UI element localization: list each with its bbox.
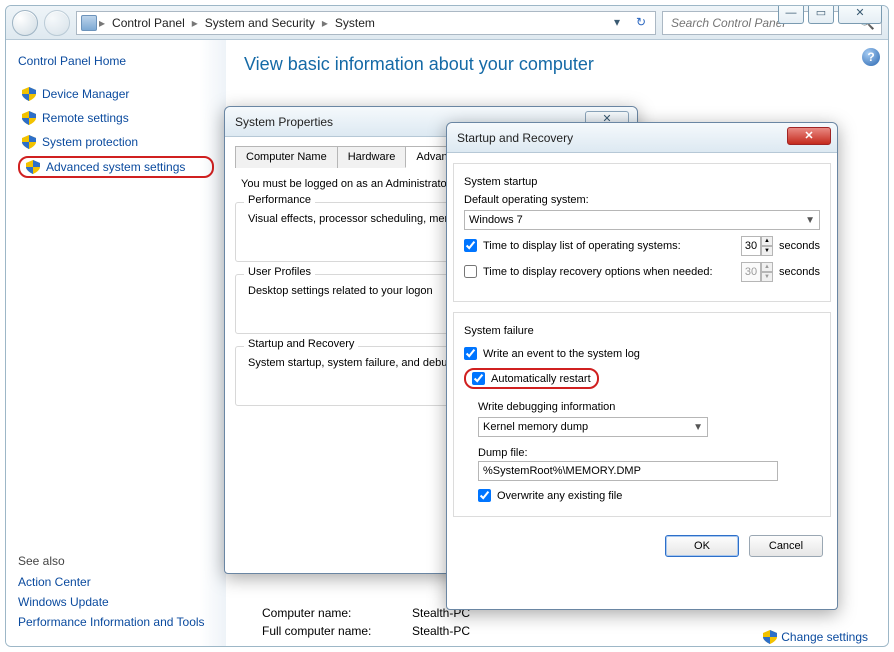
change-settings-label: Change settings xyxy=(781,630,868,644)
spinner-up-button[interactable]: ▲ xyxy=(761,236,773,246)
shield-icon xyxy=(22,135,36,149)
navigation-bar: ▸ Control Panel ▸ System and Security ▸ … xyxy=(6,6,888,40)
minimize-button[interactable]: — xyxy=(778,6,804,24)
sidebar-item-label: Advanced system settings xyxy=(46,160,185,174)
nav-back-button[interactable] xyxy=(12,10,38,36)
time-display-recovery-checkbox[interactable]: Time to display recovery options when ne… xyxy=(464,265,713,278)
dialog-title: Startup and Recovery xyxy=(457,131,573,145)
auto-restart-label: Automatically restart xyxy=(491,373,591,385)
startup-cancel-button[interactable]: Cancel xyxy=(749,535,823,557)
performance-group-label: Performance xyxy=(244,194,315,206)
system-startup-legend: System startup xyxy=(460,176,541,188)
sidebar-item-remote-settings[interactable]: Remote settings xyxy=(18,108,214,128)
system-startup-fieldset: System startup Default operating system:… xyxy=(453,163,831,302)
user-profiles-group-label: User Profiles xyxy=(244,266,315,278)
spinner-input xyxy=(741,262,761,282)
sidebar-item-advanced-system-settings[interactable]: Advanced system settings xyxy=(18,156,214,178)
debug-info-label: Write debugging information xyxy=(478,401,820,413)
seconds-label: seconds xyxy=(779,240,820,252)
tab-hardware[interactable]: Hardware xyxy=(337,146,407,168)
tab-computer-name[interactable]: Computer Name xyxy=(235,146,338,168)
address-bar[interactable]: ▸ Control Panel ▸ System and Security ▸ … xyxy=(76,11,656,35)
default-os-select[interactable]: Windows 7 ▼ xyxy=(464,210,820,230)
write-event-label: Write an event to the system log xyxy=(483,348,640,360)
change-settings-link[interactable]: Change settings xyxy=(763,630,868,644)
auto-restart-checkbox[interactable]: Automatically restart xyxy=(464,368,599,389)
startup-recovery-dialog: Startup and Recovery ✕ System startup De… xyxy=(446,122,838,610)
checkbox-input[interactable] xyxy=(464,347,477,360)
breadcrumb-item[interactable]: Control Panel xyxy=(107,16,190,30)
chevron-down-icon: ▼ xyxy=(693,422,703,433)
checkbox-input[interactable] xyxy=(472,372,485,385)
seealso-action-center[interactable]: Action Center xyxy=(18,572,214,592)
startup-recovery-group-label: Startup and Recovery xyxy=(244,338,358,350)
maximize-button[interactable]: ▭ xyxy=(808,6,834,24)
system-failure-legend: System failure xyxy=(460,325,538,337)
sidebar: Control Panel Home Device Manager Remote… xyxy=(6,40,226,646)
sidebar-item-label: System protection xyxy=(42,135,138,149)
sidebar-item-system-protection[interactable]: System protection xyxy=(18,132,214,152)
chevron-right-icon: ▸ xyxy=(192,16,198,30)
spinner-input[interactable] xyxy=(741,236,761,256)
seealso-performance-info[interactable]: Performance Information and Tools xyxy=(18,612,214,632)
dropdown-history-button[interactable]: ▾ xyxy=(607,14,627,32)
dump-file-input[interactable] xyxy=(478,461,778,481)
breadcrumb-item[interactable]: System and Security xyxy=(200,16,320,30)
seconds-label: seconds xyxy=(779,266,820,278)
spinner-down-button[interactable]: ▼ xyxy=(761,246,773,256)
see-also-header: See also xyxy=(18,554,214,568)
recovery-seconds-spinner[interactable]: ▲ ▼ xyxy=(741,262,773,282)
shield-icon xyxy=(22,87,36,101)
sidebar-item-label: Remote settings xyxy=(42,111,129,125)
shield-icon xyxy=(763,630,777,644)
default-os-label: Default operating system: xyxy=(464,194,820,206)
full-computer-name-value: Stealth-PC xyxy=(412,624,470,638)
time-display-recovery-label: Time to display recovery options when ne… xyxy=(483,266,713,278)
debug-info-select[interactable]: Kernel memory dump ▼ xyxy=(478,417,708,437)
checkbox-input[interactable] xyxy=(478,489,491,502)
os-list-seconds-spinner[interactable]: ▲ ▼ xyxy=(741,236,773,256)
chevron-right-icon: ▸ xyxy=(322,16,328,30)
system-failure-fieldset: System failure Write an event to the sys… xyxy=(453,312,831,517)
overwrite-label: Overwrite any existing file xyxy=(497,490,622,502)
computer-name-label: Computer name: xyxy=(262,606,412,620)
breadcrumb-item[interactable]: System xyxy=(330,16,380,30)
location-icon xyxy=(81,15,97,31)
control-panel-home-link[interactable]: Control Panel Home xyxy=(18,54,214,68)
spinner-up-button: ▲ xyxy=(761,262,773,272)
seealso-windows-update[interactable]: Windows Update xyxy=(18,592,214,612)
checkbox-input[interactable] xyxy=(464,265,477,278)
spinner-down-button: ▼ xyxy=(761,272,773,282)
nav-forward-button[interactable] xyxy=(44,10,70,36)
help-icon[interactable]: ? xyxy=(862,48,880,66)
sidebar-item-device-manager[interactable]: Device Manager xyxy=(18,84,214,104)
debug-info-value: Kernel memory dump xyxy=(483,421,588,433)
dialog-titlebar[interactable]: Startup and Recovery ✕ xyxy=(447,123,837,153)
page-title: View basic information about your comput… xyxy=(244,54,870,75)
chevron-down-icon: ▼ xyxy=(805,215,815,226)
overwrite-checkbox[interactable]: Overwrite any existing file xyxy=(478,489,820,502)
dialog-close-button[interactable]: ✕ xyxy=(787,127,831,145)
refresh-button[interactable]: ↻ xyxy=(631,14,651,32)
dump-file-label: Dump file: xyxy=(478,447,820,459)
chevron-right-icon: ▸ xyxy=(99,16,105,30)
default-os-value: Windows 7 xyxy=(469,214,523,226)
close-button[interactable]: ✕ xyxy=(838,6,882,24)
dialog-title: System Properties xyxy=(235,115,333,129)
time-display-os-checkbox[interactable]: Time to display list of operating system… xyxy=(464,239,681,252)
startup-ok-button[interactable]: OK xyxy=(665,535,739,557)
sidebar-item-label: Device Manager xyxy=(42,87,129,101)
full-computer-name-label: Full computer name: xyxy=(262,624,412,638)
shield-icon xyxy=(22,111,36,125)
shield-icon xyxy=(26,160,40,174)
write-event-checkbox[interactable]: Write an event to the system log xyxy=(464,347,820,360)
checkbox-input[interactable] xyxy=(464,239,477,252)
time-display-os-label: Time to display list of operating system… xyxy=(483,240,681,252)
